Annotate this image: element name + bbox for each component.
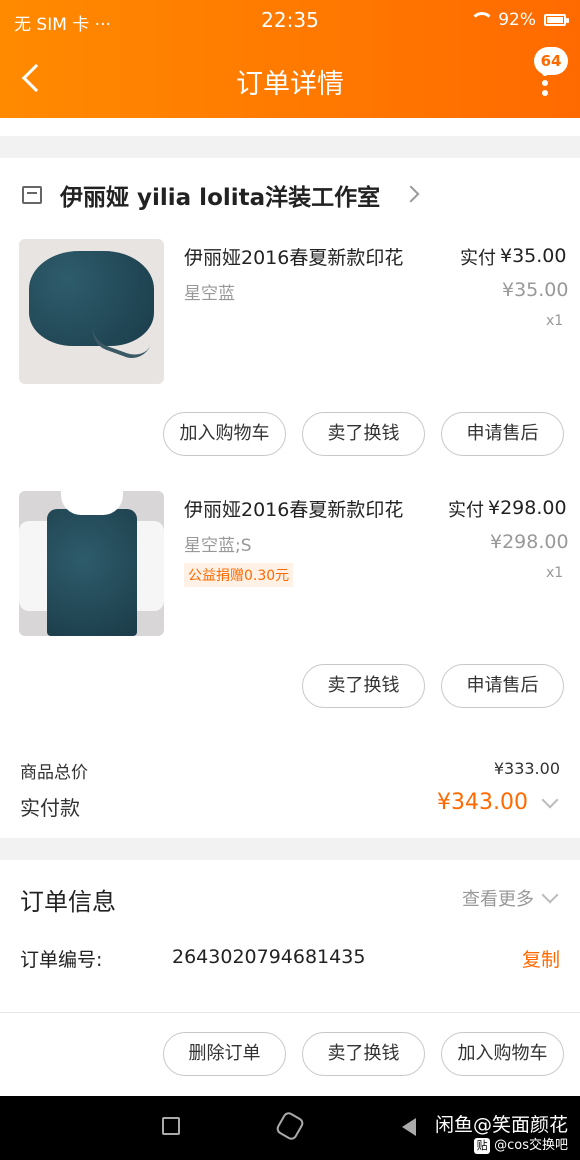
original-price: ¥298.00 (490, 531, 569, 553)
quantity: x1 (546, 313, 564, 329)
paid-label: 实付 (460, 248, 496, 269)
add-to-cart-button[interactable]: 加入购物车 (441, 1032, 564, 1076)
battery-icon (544, 14, 569, 26)
product-title[interactable]: 伊丽娅2016春夏新款印花 (184, 495, 403, 522)
charity-donation-tag: 公益捐赠0.30元 (184, 563, 294, 587)
watermark-sub-label: @cos交换吧 (494, 1138, 568, 1153)
quantity: x1 (546, 565, 564, 581)
recent-apps-icon[interactable] (162, 1117, 180, 1135)
original-price: ¥35.00 (502, 279, 569, 301)
paid-price: ¥298.00 (488, 497, 567, 519)
top-spacer (0, 118, 580, 136)
system-back-icon[interactable] (402, 1118, 416, 1136)
product-sku: 星空蓝 (184, 284, 235, 304)
after-sales-button[interactable]: 申请售后 (441, 664, 564, 708)
store-name[interactable]: 伊丽娅 yilia lolita洋装工作室 (60, 178, 380, 212)
goods-total-value: ¥333.00 (493, 759, 560, 778)
delete-order-button[interactable]: 删除订单 (163, 1032, 286, 1076)
product-sku: 星空蓝;S (184, 536, 252, 556)
paid-price: ¥35.00 (500, 245, 567, 267)
watermark-text: 闲鱼@笑面颜花 (434, 1114, 568, 1136)
watermark-subtext: 贴 @cos交换吧 (474, 1134, 568, 1154)
order-number-label: 订单编号: (20, 949, 103, 971)
navigation-bar: 订单详情 64 (0, 40, 580, 118)
resell-button[interactable]: 卖了换钱 (302, 1032, 425, 1076)
see-more-link[interactable]: 查看更多 (462, 885, 534, 911)
message-count-badge: 64 (534, 47, 568, 75)
store-icon (22, 186, 42, 204)
top-bar: 无 SIM 卡 ··· 22:35 92% 订单详情 64 (0, 0, 580, 118)
amount-paid-label: 实付款 (20, 796, 80, 820)
paid-label: 实付 (448, 500, 484, 521)
product-title[interactable]: 伊丽娅2016春夏新款印花 (184, 243, 403, 270)
product-image[interactable] (19, 239, 164, 384)
add-to-cart-button[interactable]: 加入购物车 (163, 412, 286, 456)
amount-paid-value: ¥343.00 (437, 790, 528, 815)
status-bar: 无 SIM 卡 ··· 22:35 92% (0, 0, 580, 40)
goods-total-label: 商品总价 (20, 763, 88, 783)
copy-button[interactable]: 复制 (522, 945, 560, 972)
order-number: 2643020794681435 (172, 946, 366, 968)
tieba-icon: 贴 (474, 1138, 491, 1154)
after-sales-button[interactable]: 申请售后 (441, 412, 564, 456)
product-image[interactable] (19, 491, 164, 636)
wifi-icon (468, 12, 495, 28)
status-right: 92% (468, 10, 569, 30)
home-icon[interactable] (274, 1110, 306, 1142)
resell-button[interactable]: 卖了换钱 (302, 664, 425, 708)
resell-button[interactable]: 卖了换钱 (302, 412, 425, 456)
order-info-title: 订单信息 (20, 888, 116, 916)
page-title: 订单详情 (236, 69, 344, 100)
battery-percent: 92% (498, 10, 536, 30)
